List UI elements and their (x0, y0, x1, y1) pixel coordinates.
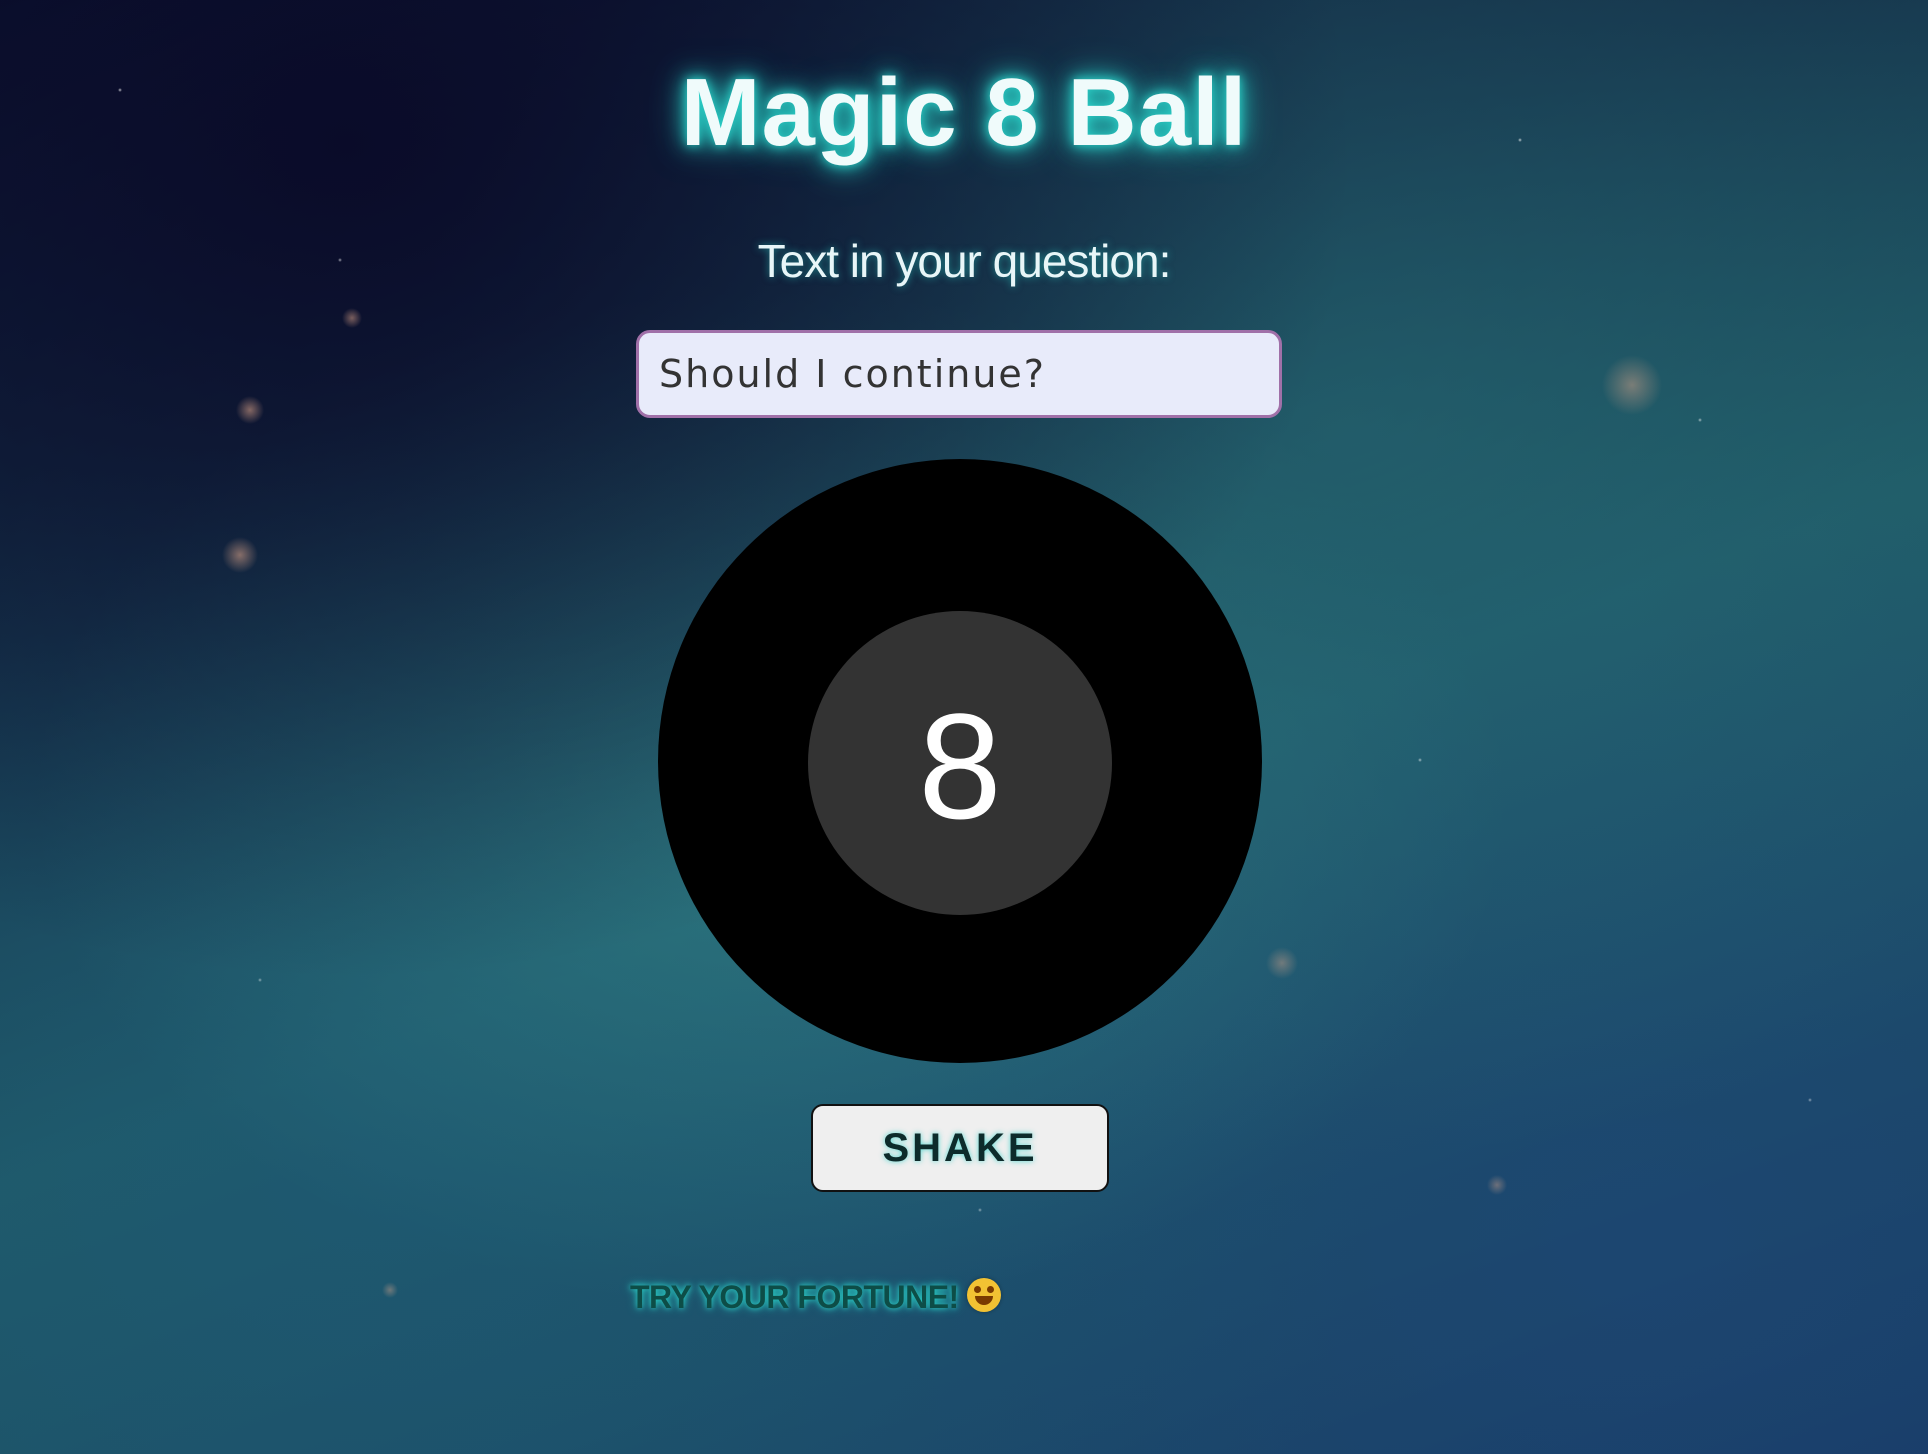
page-title: Magic 8 Ball (680, 59, 1248, 166)
shake-button[interactable]: SHAKE (811, 1104, 1109, 1192)
footer-text: TRY YOUR FORTUNE! (630, 1279, 959, 1315)
question-prompt: Text in your question: (757, 235, 1172, 287)
ball-window: 8 (808, 611, 1112, 915)
star-struck-emoji-icon (966, 1278, 1001, 1312)
magic-8-ball: 8 (658, 459, 1262, 1063)
question-input[interactable] (636, 330, 1282, 418)
footer-message: TRY YOUR FORTUNE! (630, 1278, 1001, 1316)
ball-number: 8 (918, 682, 1002, 850)
